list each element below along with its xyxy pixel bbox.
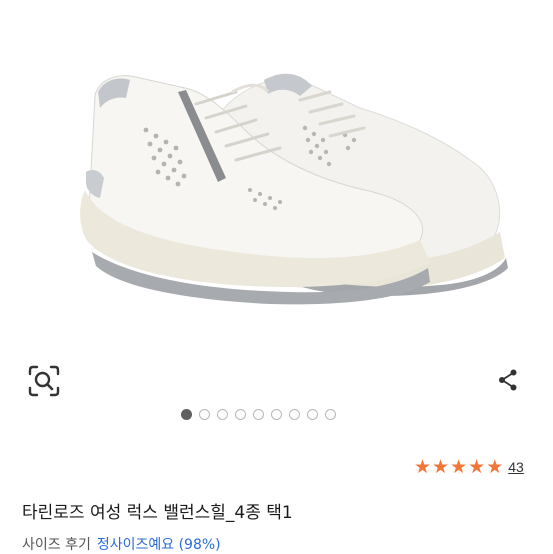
carousel-dot[interactable] (271, 409, 282, 420)
star-icon: ★ (468, 455, 486, 478)
star-icon: ★ (432, 455, 450, 478)
star-icon: ★ (450, 455, 468, 478)
star-icon: ★ (414, 455, 432, 478)
carousel-dot[interactable] (325, 409, 336, 420)
carousel-dot[interactable] (199, 409, 210, 420)
review-count[interactable]: 43 (508, 459, 524, 475)
carousel-dot[interactable] (253, 409, 264, 420)
size-review: 사이즈 후기 정사이즈예요 (98%) (22, 534, 221, 554)
size-review-label: 사이즈 후기 (22, 537, 91, 553)
carousel-dot[interactable] (307, 409, 318, 420)
product-title: 타린로즈 여성 럭스 밸런스힐_4종 택1 (22, 503, 293, 523)
size-review-value[interactable]: 정사이즈예요 (98%) (97, 537, 221, 553)
carousel-dot[interactable] (217, 409, 228, 420)
image-search-button[interactable] (26, 363, 62, 399)
rating[interactable]: ★ ★ ★ ★ ★ 43 (414, 455, 524, 479)
star-icon: ★ (486, 455, 504, 478)
image-search-icon (28, 365, 60, 397)
carousel-dot[interactable] (235, 409, 246, 420)
carousel-dot[interactable] (289, 409, 300, 420)
carousel-indicator (181, 409, 336, 420)
rating-stars: ★ ★ ★ ★ ★ (414, 455, 504, 478)
product-image[interactable] (0, 0, 553, 348)
share-button[interactable] (494, 366, 522, 394)
sneakers-illustration (80, 73, 508, 305)
share-icon (499, 369, 517, 391)
carousel-dot[interactable] (181, 409, 192, 420)
